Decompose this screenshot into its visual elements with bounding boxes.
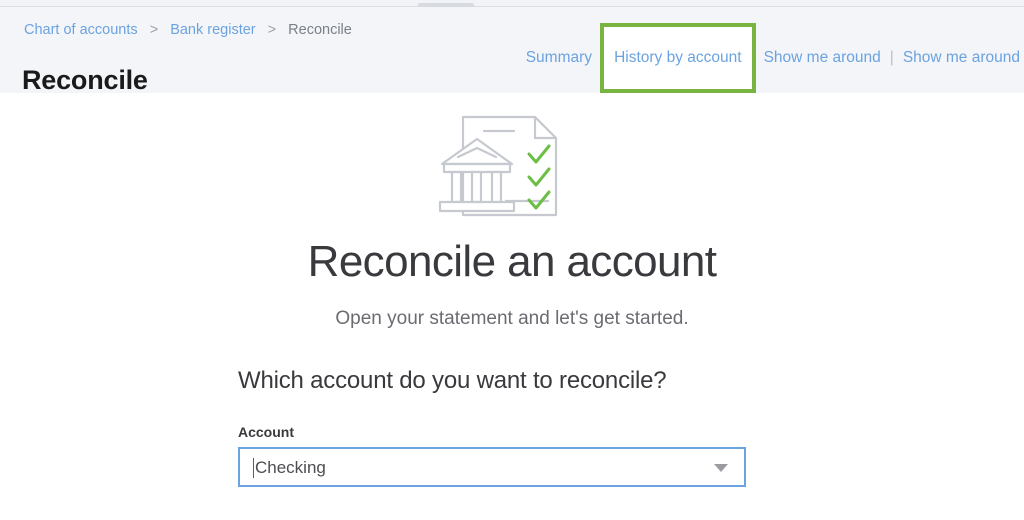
account-select[interactable]: Checking [238, 447, 746, 487]
app-screen: Chart of accounts > Bank register > Reco… [0, 0, 1024, 520]
page-header: Chart of accounts > Bank register > Reco… [0, 7, 1024, 95]
account-field-label: Account [238, 424, 294, 440]
nav-link-show-me-around-2[interactable]: Show me around [903, 47, 1020, 69]
account-select-value[interactable]: Checking [255, 449, 704, 485]
chevron-down-icon[interactable] [714, 464, 728, 472]
nav-separator: | [889, 49, 894, 66]
page-title: Reconcile [22, 65, 148, 96]
hero-subtitle: Open your statement and let's get starte… [335, 308, 689, 329]
main-content: Reconcile an account Open your statement… [0, 93, 1024, 520]
hero-title: Reconcile an account [307, 237, 717, 286]
nav-link-history-by-account-highlight-wrap: History by account [600, 23, 756, 93]
breadcrumb-item-bank-register[interactable]: Bank register [170, 22, 255, 38]
form-question: Which account do you want to reconcile? [238, 367, 667, 394]
nav-link-show-me-around-1[interactable]: Show me around [764, 47, 881, 69]
breadcrumb: Chart of accounts > Bank register > Reco… [24, 21, 352, 39]
reconcile-form: Which account do you want to reconcile? … [238, 365, 748, 487]
header-nav: Summary | History by account | Show me a… [526, 23, 1020, 93]
breadcrumb-separator: > [149, 22, 159, 38]
breadcrumb-separator: > [267, 22, 277, 38]
text-cursor [253, 458, 254, 478]
nav-link-history-by-account[interactable]: History by account [614, 49, 742, 66]
bank-statement-checkmarks-icon [432, 107, 592, 225]
breadcrumb-item-chart-of-accounts[interactable]: Chart of accounts [24, 22, 138, 38]
breadcrumb-item-reconcile-current: Reconcile [288, 22, 352, 38]
nav-link-summary[interactable]: Summary [526, 47, 592, 69]
browser-top-strip [0, 0, 1024, 7]
